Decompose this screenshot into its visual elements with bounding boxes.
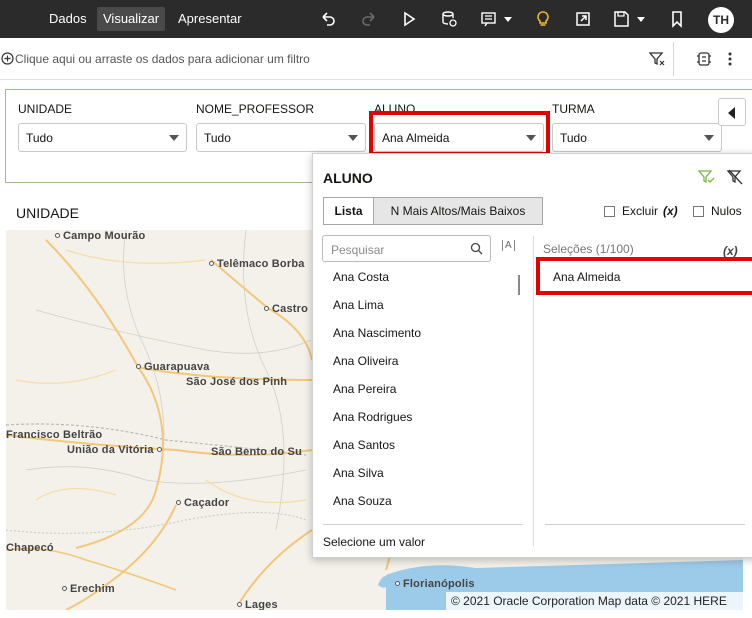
filter-label-aluno: ALUNO	[374, 102, 416, 116]
list-item[interactable]: Ana Pereira	[333, 382, 396, 396]
search-input[interactable]: Pesquisar	[322, 235, 491, 262]
list-item[interactable]: Ana Oliveira	[333, 354, 398, 368]
more-options-icon[interactable]	[720, 49, 740, 69]
checkbox-icon	[604, 205, 615, 217]
filter-panel-icon[interactable]	[694, 49, 714, 69]
popup-title: ALUNO	[323, 170, 373, 186]
lightbulb-icon[interactable]	[531, 7, 555, 31]
filter-select-unidade[interactable]: Tudo	[18, 123, 187, 152]
nulls-checkbox[interactable]: Nulos	[693, 204, 742, 218]
filter-select-turma[interactable]: Tudo	[552, 123, 722, 152]
aluno-dropdown-popup: ALUNO Lista N Mais Altos/Mais Baixos Exc…	[312, 153, 752, 558]
comment-icon[interactable]	[478, 7, 516, 31]
redo-icon[interactable]	[357, 7, 381, 31]
map-city-label: Francisco Beltrão	[6, 429, 103, 441]
play-icon[interactable]	[397, 7, 421, 31]
map-city-label: União da Vitória	[67, 444, 165, 456]
tab-top-bottom-n[interactable]: N Mais Altos/Mais Baixos	[373, 197, 543, 225]
chevron-left-icon	[728, 107, 735, 119]
list-item[interactable]: Ana Silva	[333, 466, 384, 480]
exclude-expression: (x)	[663, 204, 678, 218]
filter-apply-icon[interactable]	[697, 167, 717, 187]
list-item[interactable]: Ana Nascimento	[333, 326, 421, 340]
top-toolbar: Dados Visualizar Apresentar TH	[0, 0, 752, 38]
map-city-label: Lages	[234, 599, 278, 610]
filter-select-professor[interactable]: Tudo	[196, 123, 366, 152]
case-sensitive-toggle[interactable]: A	[502, 240, 515, 251]
filter-select-aluno[interactable]: Ana Almeida	[374, 123, 544, 152]
popup-footer-hint: Selecione um valor	[323, 535, 426, 549]
tab-lista[interactable]: Lista	[323, 197, 374, 225]
checkbox-icon	[693, 205, 704, 217]
exclude-checkbox[interactable]: Excluir (x)	[604, 204, 678, 218]
chevron-down-icon	[526, 135, 536, 141]
nulls-label: Nulos	[711, 204, 742, 218]
add-filter-hint[interactable]: Clique aqui ou arraste os dados para adi…	[15, 52, 310, 66]
filter-value-turma: Tudo	[560, 131, 587, 145]
filter-value-professor: Tudo	[204, 131, 231, 145]
filter-label-unidade: UNIDADE	[18, 102, 73, 116]
map-credits: © 2021 Oracle Corporation Map data © 202…	[446, 592, 743, 610]
map-city-label: Erechim	[59, 583, 115, 595]
map-city-label: Guarapuava	[133, 361, 210, 373]
list-item[interactable]: Ana Costa	[333, 270, 389, 284]
tab-dados[interactable]: Dados	[43, 7, 93, 31]
map-city-label: Caçador	[173, 497, 229, 509]
map-city-label: Chapecó	[6, 542, 54, 554]
bookmark-icon[interactable]	[665, 7, 689, 31]
search-icon	[470, 242, 483, 255]
list-item[interactable]: Ana Lima	[333, 298, 384, 312]
chevron-down-icon	[348, 135, 358, 141]
map-city-label: Telêmaco Borba	[206, 258, 305, 270]
list-scrollbar[interactable]	[518, 275, 520, 295]
visualization-title: UNIDADE	[16, 205, 80, 221]
clear-filter-icon[interactable]	[725, 167, 745, 187]
selections-footer-divider	[545, 524, 745, 525]
chevron-down-icon	[704, 135, 714, 141]
map-city-label: São José dos Pinh	[186, 376, 288, 388]
filter-value-aluno: Ana Almeida	[382, 131, 450, 145]
tab-apresentar[interactable]: Apresentar	[172, 7, 248, 31]
add-filter-icon[interactable]	[1, 52, 14, 65]
filter-settings-icon[interactable]	[647, 49, 667, 69]
map-city-label: Florianópolis	[392, 578, 475, 590]
user-avatar[interactable]: TH	[708, 7, 734, 33]
column-divider	[533, 236, 534, 546]
toolbar-divider	[673, 42, 674, 76]
list-item[interactable]: Ana Rodrigues	[333, 410, 412, 424]
filter-bar: Clique aqui ou arraste os dados para adi…	[0, 38, 752, 80]
filter-label-professor: NOME_PROFESSOR	[196, 102, 315, 116]
map-city-label: São Bento do Su	[211, 446, 302, 458]
data-refresh-icon[interactable]	[437, 7, 461, 31]
filter-label-turma: TURMA	[552, 102, 595, 116]
export-icon[interactable]	[571, 7, 595, 31]
selections-header: Seleções (1/100)	[543, 242, 634, 256]
map-city-label: Campo Mourão	[52, 230, 145, 242]
list-footer-divider	[323, 524, 523, 525]
list-item[interactable]: Ana Santos	[333, 438, 395, 452]
save-icon[interactable]	[611, 7, 649, 31]
list-item[interactable]: Ana Souza	[333, 494, 392, 508]
undo-icon[interactable]	[316, 7, 340, 31]
map-city-label: Castro	[261, 303, 308, 315]
tab-visualizar[interactable]: Visualizar	[97, 7, 166, 31]
selected-item[interactable]: Ana Almeida	[553, 270, 620, 284]
exclude-label: Excluir	[622, 204, 659, 218]
chevron-down-icon	[169, 135, 179, 141]
filter-value-unidade: Tudo	[26, 131, 53, 145]
selections-expression[interactable]: (x)	[723, 244, 738, 258]
filter-panel-collapse-button[interactable]	[718, 98, 746, 126]
search-placeholder: Pesquisar	[331, 243, 385, 257]
